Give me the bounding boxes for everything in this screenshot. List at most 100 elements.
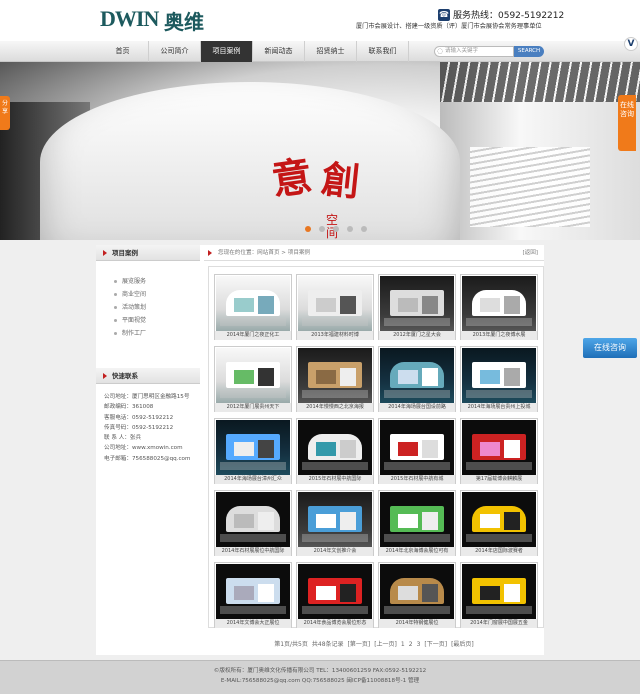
- thumb-shape-2: [504, 368, 520, 386]
- case-thumbnail[interactable]: [298, 276, 372, 331]
- sidebar-link-0[interactable]: 展览服务: [114, 275, 200, 288]
- case-thumbnail[interactable]: [380, 564, 454, 619]
- brand-v-icon[interactable]: V: [624, 37, 638, 51]
- case-label[interactable]: 2014年特钢健展位: [379, 619, 455, 628]
- case-label[interactable]: 2014年店国际波赛者: [461, 547, 537, 556]
- case-thumbnail[interactable]: [462, 420, 536, 475]
- case-card-14[interactable]: 2014年北京海博会展位可有: [378, 490, 456, 556]
- case-thumbnail[interactable]: [380, 348, 454, 403]
- case-card-16[interactable]: 2014年文博会大正展位: [214, 562, 292, 628]
- case-label[interactable]: 2013年厦门之夜博水展: [461, 331, 537, 340]
- case-thumbnail[interactable]: [462, 492, 536, 547]
- nav-item-1[interactable]: 公司简介: [149, 41, 201, 62]
- case-thumbnail[interactable]: [216, 348, 290, 403]
- case-card-1[interactable]: 2013年福建材料时博: [296, 274, 374, 340]
- back-link[interactable]: [返回]: [522, 245, 538, 261]
- nav-item-0[interactable]: 首页: [97, 41, 149, 62]
- online-consult-float[interactable]: 在线咨询: [583, 338, 637, 358]
- slide-dot-2[interactable]: [319, 226, 325, 232]
- case-card-12[interactable]: 2014年石材展展位中航国际: [214, 490, 292, 556]
- pager-item-2[interactable]: [第一页]: [348, 641, 371, 648]
- case-thumbnail[interactable]: [298, 348, 372, 403]
- case-card-13[interactable]: 2014年文创推介会: [296, 490, 374, 556]
- slide-dot-1[interactable]: [305, 226, 311, 232]
- case-thumbnail[interactable]: [380, 492, 454, 547]
- case-label[interactable]: 第17届载博会麒麟展: [461, 475, 537, 484]
- search-input[interactable]: 请输入关键字: [434, 46, 514, 57]
- case-card-17[interactable]: 2014年食品博览会展位形态: [296, 562, 374, 628]
- pager-item-6[interactable]: 3: [417, 641, 421, 648]
- case-label[interactable]: 2014年慢慢西之北京海报: [297, 403, 373, 412]
- case-card-19[interactable]: 2014年门窗展中国展五金: [460, 562, 538, 628]
- slide-dot-3[interactable]: [333, 226, 339, 232]
- thumb-shape-1: [316, 514, 336, 528]
- case-label[interactable]: 2014年海场展台漳州汇众: [215, 475, 291, 484]
- case-label[interactable]: 2014年文创推介会: [297, 547, 373, 556]
- case-label[interactable]: 2014年海场展台国设前路: [379, 403, 455, 412]
- case-card-10[interactable]: 2015年石材展中航有城: [378, 418, 456, 484]
- case-card-4[interactable]: 2012年厦门展贵州天下: [214, 346, 292, 412]
- case-label[interactable]: 2014年门窗展中国展五金: [461, 619, 537, 628]
- hero-banner[interactable]: 意 創 空间: [0, 62, 640, 240]
- logo[interactable]: DWIN 奥维: [100, 4, 210, 36]
- phone-icon: ☎: [438, 8, 450, 21]
- pager-item-8[interactable]: [最后页]: [451, 641, 474, 648]
- case-thumbnail[interactable]: [298, 564, 372, 619]
- case-card-2[interactable]: 2012年厦门之星大会: [378, 274, 456, 340]
- case-card-3[interactable]: 2013年厦门之夜博水展: [460, 274, 538, 340]
- case-card-8[interactable]: 2014年海场展台漳州汇众: [214, 418, 292, 484]
- case-card-15[interactable]: 2014年店国际波赛者: [460, 490, 538, 556]
- share-tab[interactable]: 分享: [0, 96, 10, 130]
- sidebar-link-2[interactable]: 活动策划: [114, 301, 200, 314]
- case-thumbnail[interactable]: [298, 420, 372, 475]
- pager-item-7[interactable]: [下一页]: [424, 641, 447, 648]
- case-label[interactable]: 2014年文博会大正展位: [215, 619, 291, 628]
- case-label[interactable]: 2015年石材展中航有城: [379, 475, 455, 484]
- case-label[interactable]: 2014年食品博览会展位形态: [297, 619, 373, 628]
- case-label[interactable]: 2014年石材展展位中航国际: [215, 547, 291, 556]
- sidebar-link-1[interactable]: 商业空间: [114, 288, 200, 301]
- case-thumbnail[interactable]: [216, 564, 290, 619]
- case-label[interactable]: 2014年北京海博会展位可有: [379, 547, 455, 556]
- case-card-18[interactable]: 2014年特钢健展位: [378, 562, 456, 628]
- case-card-11[interactable]: 第17届载博会麒麟展: [460, 418, 538, 484]
- case-card-5[interactable]: 2014年慢慢西之北京海报: [296, 346, 374, 412]
- pager-item-5[interactable]: 2: [409, 641, 413, 648]
- case-thumbnail[interactable]: [462, 276, 536, 331]
- thumb-shape-2: [504, 296, 520, 314]
- case-thumbnail[interactable]: [462, 564, 536, 619]
- case-card-0[interactable]: 2014年厦门之夜正化工: [214, 274, 292, 340]
- thumb-shape-2: [504, 584, 520, 602]
- case-thumbnail[interactable]: [298, 492, 372, 547]
- thumb-shape-3: [220, 606, 286, 614]
- case-thumbnail[interactable]: [380, 276, 454, 331]
- case-label[interactable]: 2014年海场展台贵州上投城: [461, 403, 537, 412]
- case-thumbnail[interactable]: [380, 420, 454, 475]
- nav-item-5[interactable]: 联系我们: [357, 41, 409, 62]
- case-label[interactable]: 2013年福建材料时博: [297, 331, 373, 340]
- case-thumbnail[interactable]: [216, 492, 290, 547]
- case-thumbnail[interactable]: [462, 348, 536, 403]
- slide-dot-5[interactable]: [361, 226, 367, 232]
- thumb-shape-3: [384, 318, 450, 326]
- sidebar-link-3[interactable]: 平面视觉: [114, 314, 200, 327]
- nav-item-2[interactable]: 项目案例: [201, 41, 253, 62]
- slide-dot-4[interactable]: [347, 226, 353, 232]
- online-consult-tab[interactable]: 在线咨询: [618, 95, 636, 151]
- case-card-7[interactable]: 2014年海场展台贵州上投城: [460, 346, 538, 412]
- thumb-shape-2: [422, 512, 438, 530]
- nav-item-4[interactable]: 招贤纳士: [305, 41, 357, 62]
- case-card-9[interactable]: 2015年石材展中航国际: [296, 418, 374, 484]
- pager-item-4[interactable]: 1: [401, 641, 405, 648]
- sidebar-link-4[interactable]: 制作工厂: [114, 327, 200, 340]
- case-label[interactable]: 2015年石材展中航国际: [297, 475, 373, 484]
- case-label[interactable]: 2012年厦门之星大会: [379, 331, 455, 340]
- case-label[interactable]: 2012年厦门展贵州天下: [215, 403, 291, 412]
- case-label[interactable]: 2014年厦门之夜正化工: [215, 331, 291, 340]
- case-thumbnail[interactable]: [216, 276, 290, 331]
- case-thumbnail[interactable]: [216, 420, 290, 475]
- pager-item-3[interactable]: [上一页]: [374, 641, 397, 648]
- nav-item-3[interactable]: 新闻动态: [253, 41, 305, 62]
- case-card-6[interactable]: 2014年海场展台国设前路: [378, 346, 456, 412]
- search-button[interactable]: SEARCH: [514, 46, 544, 57]
